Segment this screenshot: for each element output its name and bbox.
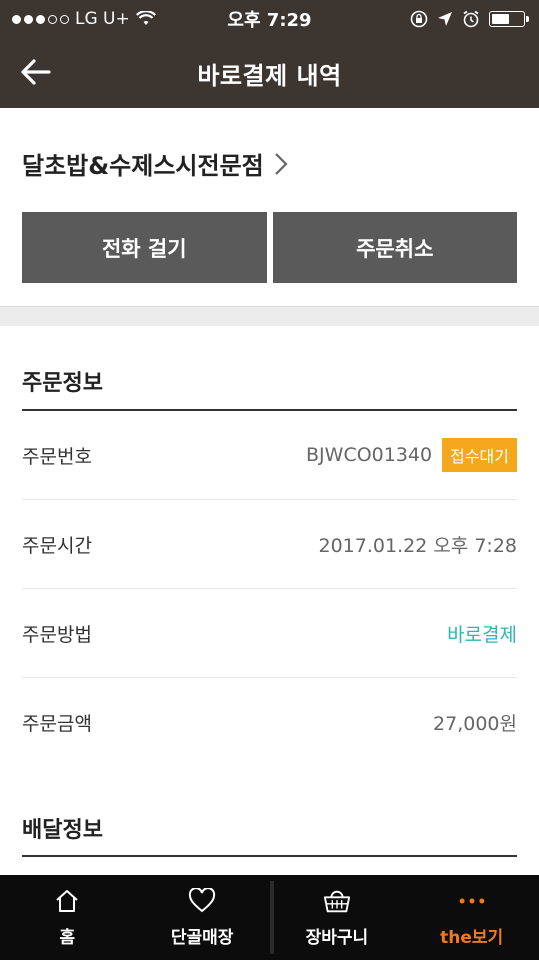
back-arrow-icon (21, 59, 51, 85)
order-time-row: 주문시간 2017.01.22 오후 7:28 (22, 500, 517, 589)
order-time-value: 2017.01.22 오후 7:28 (318, 534, 518, 557)
order-amount-row: 주문금액 27,000원 (22, 678, 517, 767)
tab-cart-label: 장바구니 (305, 928, 369, 948)
nav-bar: 바로결제 내역 (0, 38, 539, 108)
tab-favorites-label: 단골매장 (170, 928, 234, 948)
status-right (410, 10, 529, 28)
home-icon (53, 887, 81, 915)
store-actions: 전화 걸기 주문취소 (22, 212, 517, 283)
tab-home[interactable]: 홈 (0, 875, 135, 960)
store-section: 달초밥&수제스시전문점 전화 걸기 주문취소 (0, 108, 539, 306)
status-bar: LG U+ 오후 7:29 (0, 0, 539, 38)
section-divider (0, 306, 539, 326)
tab-cart[interactable]: 장바구니 (269, 875, 405, 960)
rotation-lock-icon (410, 10, 428, 28)
back-button[interactable] (16, 52, 56, 92)
call-button[interactable]: 전화 걸기 (22, 212, 267, 283)
chevron-right-icon (274, 152, 288, 175)
alarm-icon (462, 10, 480, 28)
cancel-order-button[interactable]: 주문취소 (272, 212, 517, 283)
status-badge: 접수대기 (442, 438, 517, 472)
wifi-icon (135, 11, 156, 27)
tab-home-label: 홈 (59, 928, 76, 948)
heart-icon (188, 887, 216, 915)
more-dots-icon (458, 887, 486, 915)
order-number-label: 주문번호 (22, 445, 92, 468)
basket-icon (323, 887, 351, 915)
signal-strength-icon (12, 14, 69, 24)
top-bar: LG U+ 오후 7:29 바로결제 내역 (0, 0, 539, 108)
order-method-label: 주문방법 (22, 623, 92, 646)
order-info-title: 주문정보 (22, 371, 103, 396)
location-arrow-icon (437, 11, 453, 27)
order-amount-value: 27,000원 (433, 713, 517, 735)
tab-more-label: the보기 (440, 928, 504, 948)
order-amount-label: 주문금액 (22, 713, 92, 735)
order-number-row: 주문번호 BJWCO01340 접수대기 (22, 411, 517, 500)
bottom-tab-bar: 홈 단골매장 장바구니 the보기 (0, 875, 539, 960)
order-method-value: 바로결제 (447, 623, 517, 646)
delivery-info-title: 배달정보 (22, 818, 103, 843)
order-number-value: BJWCO01340 (306, 444, 433, 466)
status-left: LG U+ (12, 9, 156, 29)
order-number-value-group: BJWCO01340 접수대기 (306, 438, 517, 472)
carrier-label: LG U+ (75, 9, 130, 29)
tab-more[interactable]: the보기 (404, 875, 539, 960)
tab-favorites[interactable]: 단골매장 (135, 875, 270, 960)
delivery-info-rule (22, 855, 517, 857)
store-name: 달초밥&수제스시전문점 (22, 152, 264, 180)
battery-icon (489, 11, 529, 27)
page-title: 바로결제 내역 (197, 61, 342, 90)
order-method-row: 주문방법 바로결제 (22, 589, 517, 678)
order-time-label: 주문시간 (22, 534, 92, 557)
store-link[interactable]: 달초밥&수제스시전문점 (22, 146, 288, 181)
